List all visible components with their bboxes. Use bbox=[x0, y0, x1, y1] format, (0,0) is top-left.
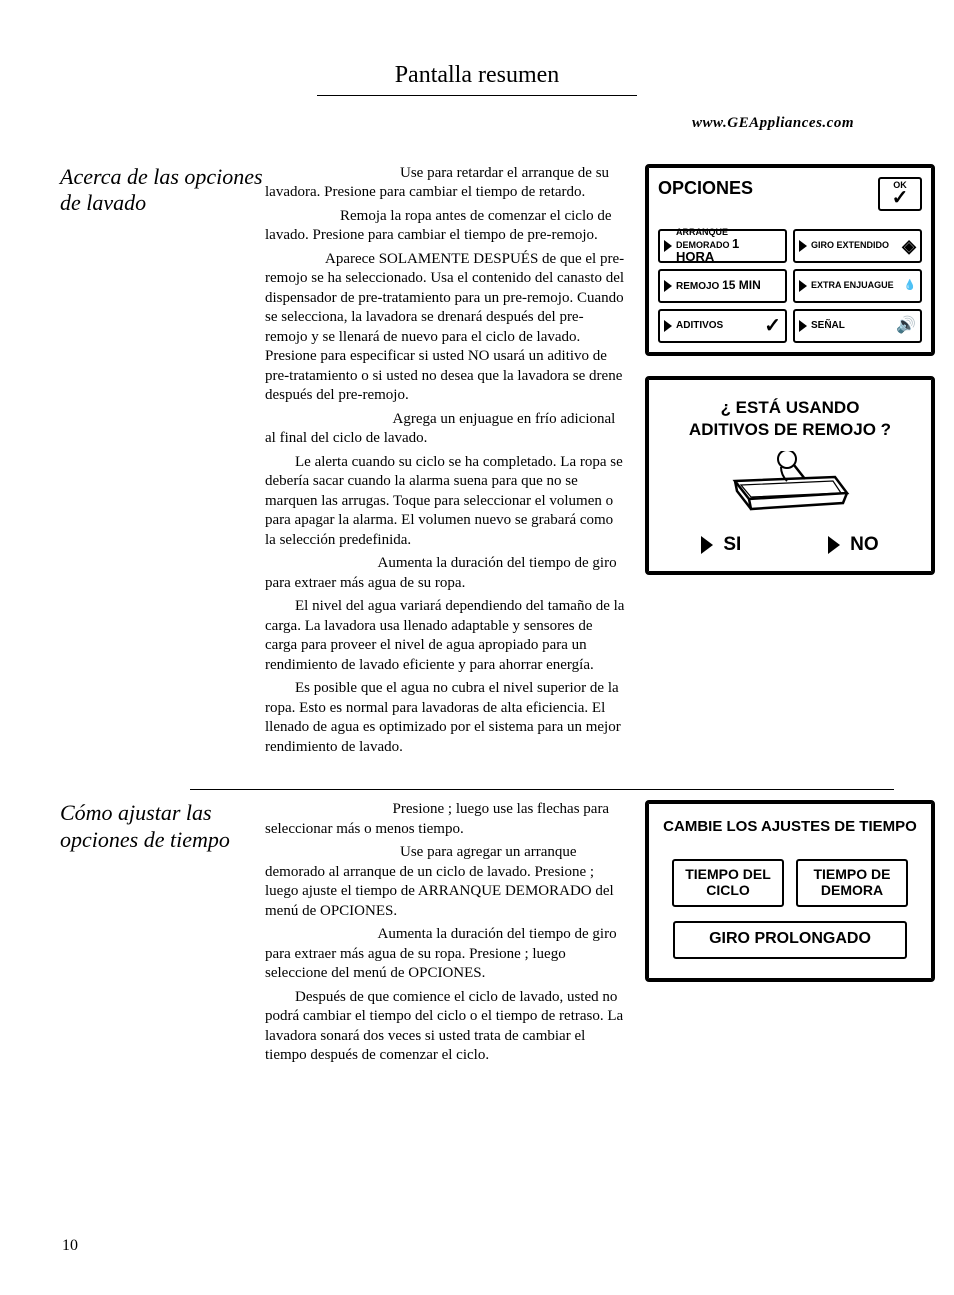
aditivos-title-2: ADITIVOS DE REMOJO ? bbox=[658, 419, 922, 441]
aditivos-button[interactable]: ADITIVOS ✓ bbox=[658, 309, 787, 343]
opciones-title: OPCIONES bbox=[658, 177, 753, 200]
section2-heading: Cómo ajustar las opciones de tiempo bbox=[60, 800, 265, 853]
section-divider bbox=[190, 789, 894, 790]
senal-button[interactable]: SEÑAL 🔊 bbox=[793, 309, 922, 343]
tiempo-demora-button[interactable]: TIEMPO DE DEMORA bbox=[796, 859, 908, 907]
page-number: 10 bbox=[62, 1236, 78, 1257]
para: Es posible que el agua no cubra el nivel… bbox=[265, 679, 625, 757]
notch-icon bbox=[664, 320, 672, 332]
notch-icon bbox=[799, 240, 807, 252]
notch-icon bbox=[799, 320, 807, 332]
check-icon: ✓ bbox=[764, 316, 781, 336]
sound-icon: 🔊 bbox=[896, 318, 916, 334]
para: El nivel del agua variará dependiendo de… bbox=[265, 597, 625, 675]
drops-icon: 💧 bbox=[904, 281, 916, 291]
aditivos-panel: ¿ ESTÁ USANDO ADITIVOS DE REMOJO ? SI NO bbox=[645, 376, 935, 575]
label: EXTRA ENJUAGUE bbox=[811, 281, 904, 290]
check-icon: ✓ bbox=[892, 190, 909, 206]
title-rule bbox=[317, 95, 637, 96]
para: Le alerta cuando su ciclo se ha completa… bbox=[265, 453, 625, 551]
para: Presione ; luego use las flechas para se… bbox=[265, 800, 625, 839]
tiempo-panel: CAMBIE LOS AJUSTES DE TIEMPO TIEMPO DEL … bbox=[645, 800, 935, 982]
para: Aumenta la duración del tiempo de giro p… bbox=[265, 925, 625, 984]
remojo-button[interactable]: REMOJO 15 MIN bbox=[658, 269, 787, 303]
notch-icon bbox=[664, 280, 672, 292]
extra-enjuague-button[interactable]: EXTRA ENJUAGUE 💧 bbox=[793, 269, 922, 303]
value: 15 MIN bbox=[722, 278, 761, 292]
label: GIRO EXTENDIDO bbox=[811, 241, 902, 250]
para: Aumenta la duración del tiempo de giro p… bbox=[265, 554, 625, 593]
notch-icon bbox=[664, 240, 672, 252]
notch-icon bbox=[799, 280, 807, 292]
aditivos-title-1: ¿ ESTÁ USANDO bbox=[658, 397, 922, 419]
giro-prolongado-button[interactable]: GIRO PROLONGADO bbox=[673, 921, 907, 959]
para: Use para agregar un arranque demorado al… bbox=[265, 843, 625, 921]
tiempo-ciclo-button[interactable]: TIEMPO DEL CICLO bbox=[672, 859, 784, 907]
notch-icon bbox=[828, 536, 840, 554]
label: ARRANQUE DEMORADO bbox=[676, 227, 730, 250]
label: ADITIVOS bbox=[676, 321, 764, 331]
section1-heading: Acerca de las opciones de lavado bbox=[60, 164, 265, 217]
ok-button[interactable]: OK ✓ bbox=[878, 177, 922, 211]
giro-extendido-button[interactable]: GIRO EXTENDIDO ◈ bbox=[793, 229, 922, 263]
section2-body: Presione ; luego use las flechas para se… bbox=[265, 800, 645, 1070]
label: NO bbox=[850, 533, 879, 558]
tiempo-title: CAMBIE LOS AJUSTES DE TIEMPO bbox=[658, 817, 922, 837]
tray-icon bbox=[725, 451, 855, 521]
opciones-panel: OPCIONES OK ✓ ARRANQUE DEMORADO 1 HORA G… bbox=[645, 164, 935, 356]
para: Use para retardar el arranque de su lava… bbox=[265, 164, 625, 203]
si-button[interactable]: SI bbox=[701, 533, 741, 558]
label: SEÑAL bbox=[811, 321, 896, 331]
para: Después de que comience el ciclo de lava… bbox=[265, 988, 625, 1066]
no-button[interactable]: NO bbox=[828, 533, 879, 558]
label: REMOJO bbox=[676, 281, 719, 292]
notch-icon bbox=[701, 536, 713, 554]
arranque-demorado-button[interactable]: ARRANQUE DEMORADO 1 HORA bbox=[658, 229, 787, 263]
label: SI bbox=[723, 533, 741, 558]
section1-body: Use para retardar el arranque de su lava… bbox=[265, 164, 645, 762]
para: Agrega un enjuague en frío adicional al … bbox=[265, 410, 625, 449]
para: Aparece SOLAMENTE DESPUÉS de que el pre-… bbox=[265, 250, 625, 406]
spin-icon: ◈ bbox=[902, 237, 916, 255]
para: Remoja la ropa antes de comenzar el cicl… bbox=[265, 207, 625, 246]
page-title: Pantalla resumen bbox=[0, 60, 954, 91]
website-url: www.GEAppliances.com bbox=[0, 114, 854, 134]
